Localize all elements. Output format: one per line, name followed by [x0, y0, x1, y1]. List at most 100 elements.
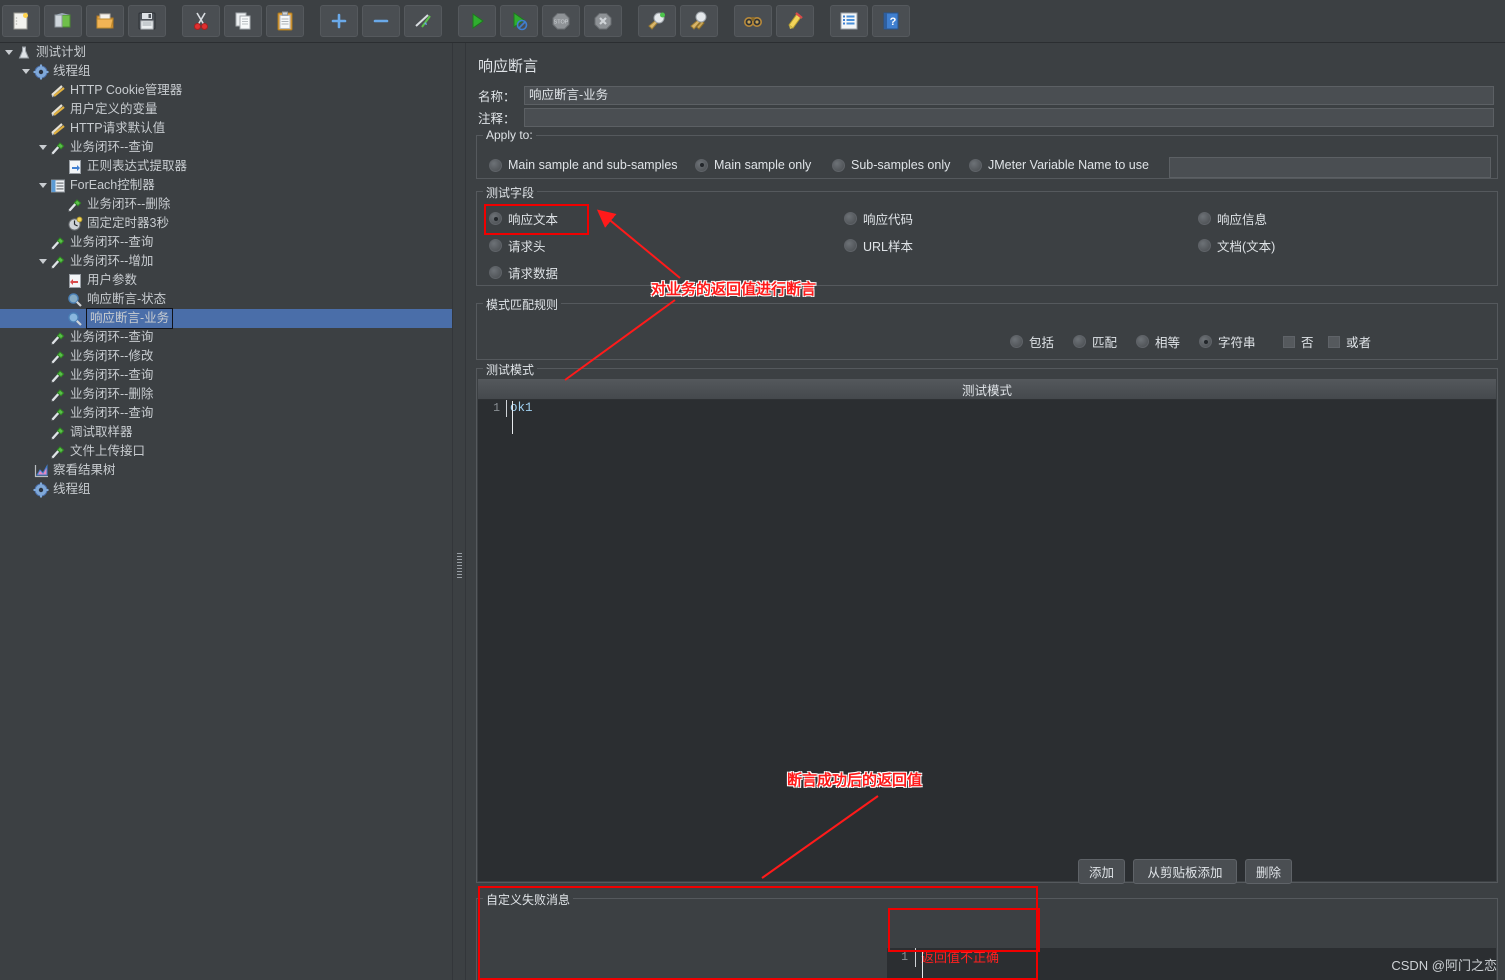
- tree-node-23[interactable]: 线程组: [0, 480, 452, 499]
- radio-document-text[interactable]: 文档(文本): [1198, 236, 1275, 255]
- tree-node-label: 业务闭环--查询: [70, 330, 154, 344]
- tree-node-0[interactable]: 测试计划: [0, 43, 452, 62]
- tree-node-8[interactable]: 业务闭环--删除: [0, 195, 452, 214]
- tree-node-1[interactable]: 线程组: [0, 62, 452, 81]
- tree-node-label: 业务闭环--删除: [87, 197, 171, 211]
- radio-equals[interactable]: 相等: [1136, 332, 1180, 351]
- sampler-icon: [49, 405, 67, 422]
- config-icon: [49, 101, 67, 118]
- tree-node-9[interactable]: 固定定时器3秒: [0, 214, 452, 233]
- radio-matches[interactable]: 匹配: [1073, 332, 1117, 351]
- tree-node-22[interactable]: 察看结果树: [0, 461, 452, 480]
- tree-node-7[interactable]: ForEach控制器: [0, 176, 452, 195]
- comment-input[interactable]: [524, 108, 1494, 127]
- tree-node-3[interactable]: 用户定义的变量: [0, 100, 452, 119]
- radio-response-code[interactable]: 响应代码: [844, 209, 913, 228]
- stop-button[interactable]: STOP: [542, 5, 580, 37]
- toolbar-separator-5: [720, 21, 732, 22]
- radio-url-sample[interactable]: URL样本: [844, 236, 913, 255]
- toolbar-separator-3: [444, 21, 456, 22]
- tree-node-11[interactable]: 业务闭环--增加: [0, 252, 452, 271]
- toggle-icon: [415, 14, 431, 28]
- main-toolbar: STOP ?: [0, 0, 1505, 43]
- tree-node-16[interactable]: 业务闭环--修改: [0, 347, 452, 366]
- radio-dot: [844, 239, 857, 252]
- new-button[interactable]: [2, 5, 40, 37]
- tree-node-12[interactable]: 用户参数: [0, 271, 452, 290]
- chevron-down-icon[interactable]: [36, 252, 49, 271]
- delete-button[interactable]: 删除: [1245, 859, 1292, 884]
- tree-node-14[interactable]: 响应断言-业务: [0, 308, 452, 329]
- checkbox-not[interactable]: 否: [1283, 332, 1314, 351]
- tree-toggle-placeholder: [36, 404, 49, 423]
- tree-node-19[interactable]: 业务闭环--查询: [0, 404, 452, 423]
- radio-request-headers[interactable]: 请求头: [489, 236, 546, 255]
- radio-substring[interactable]: 字符串: [1199, 332, 1256, 351]
- radio-dot: [489, 266, 502, 279]
- add-from-clipboard-button[interactable]: 从剪贴板添加: [1133, 859, 1237, 884]
- cut-button[interactable]: [182, 5, 220, 37]
- save-button[interactable]: [128, 5, 166, 37]
- tree-node-10[interactable]: 业务闭环--查询: [0, 233, 452, 252]
- tree-node-label: 业务闭环--增加: [70, 254, 154, 268]
- tree-node-18[interactable]: 业务闭环--删除: [0, 385, 452, 404]
- help-button[interactable]: ?: [872, 5, 910, 37]
- clear-all-button[interactable]: [680, 5, 718, 37]
- start-no-pauses-button[interactable]: [500, 5, 538, 37]
- test-patterns-table[interactable]: 1 ok1: [478, 400, 1496, 881]
- templates-button[interactable]: [44, 5, 82, 37]
- chevron-down-icon[interactable]: [36, 176, 49, 195]
- shutdown-button[interactable]: [584, 5, 622, 37]
- tree-node-20[interactable]: 调试取样器: [0, 423, 452, 442]
- open-button[interactable]: [86, 5, 124, 37]
- chevron-down-icon[interactable]: [19, 62, 32, 81]
- test-plan-tree[interactable]: 测试计划 线程组 HTTP Cookie管理器 用户定义的变量 HTTP请求默认值 业务闭…: [0, 43, 452, 980]
- collapse-all-button[interactable]: [362, 5, 400, 37]
- radio-jmeter-variable-name[interactable]: JMeter Variable Name to use: [969, 158, 1149, 172]
- tree-node-15[interactable]: 业务闭环--查询: [0, 328, 452, 347]
- radio-request-data[interactable]: 请求数据: [489, 263, 558, 282]
- tree-node-6[interactable]: 正则表达式提取器: [0, 157, 452, 176]
- tree-node-13[interactable]: 响应断言-状态: [0, 290, 452, 309]
- text-caret: [512, 401, 513, 434]
- function-helper-button[interactable]: [830, 5, 868, 37]
- start-button[interactable]: [458, 5, 496, 37]
- name-input[interactable]: 响应断言-业务: [524, 86, 1494, 105]
- clear-button[interactable]: [638, 5, 676, 37]
- radio-label: 匹配: [1092, 336, 1118, 350]
- radio-response-message[interactable]: 响应信息: [1198, 209, 1267, 228]
- post-processor-icon: [66, 158, 84, 175]
- assertion-icon: [66, 291, 84, 308]
- copy-button[interactable]: [224, 5, 262, 37]
- radio-response-text[interactable]: 响应文本: [489, 209, 558, 228]
- splitter-grip[interactable]: [457, 553, 462, 579]
- reset-search-button[interactable]: [776, 5, 814, 37]
- search-button[interactable]: [734, 5, 772, 37]
- paste-button[interactable]: [266, 5, 304, 37]
- tree-node-2[interactable]: HTTP Cookie管理器: [0, 81, 452, 100]
- tree-toggle-placeholder: [36, 328, 49, 347]
- pattern-value-cell[interactable]: ok1: [506, 400, 1496, 417]
- chevron-down-icon[interactable]: [2, 43, 15, 62]
- tree-node-5[interactable]: 业务闭环--查询: [0, 138, 452, 157]
- jmeter-variable-input[interactable]: [1169, 157, 1491, 178]
- toggle-button[interactable]: [404, 5, 442, 37]
- radio-contains[interactable]: 包括: [1010, 332, 1054, 351]
- add-button[interactable]: 添加: [1078, 859, 1125, 884]
- tree-node-4[interactable]: HTTP请求默认值: [0, 119, 452, 138]
- function-helper-icon: [840, 12, 858, 30]
- table-row[interactable]: 1 ok1: [478, 400, 1496, 417]
- radio-main-sample-only[interactable]: Main sample only: [695, 158, 811, 172]
- expand-all-button[interactable]: [320, 5, 358, 37]
- panel-splitter[interactable]: [452, 43, 466, 980]
- copy-icon: [235, 12, 251, 30]
- radio-main-sample-and-sub-samples[interactable]: Main sample and sub-samples: [489, 158, 678, 172]
- test-field-legend: 测试字段: [483, 184, 538, 201]
- checkbox-or[interactable]: 或者: [1328, 332, 1371, 351]
- tree-node-21[interactable]: 文件上传接口: [0, 442, 452, 461]
- sampler-icon: [49, 348, 67, 365]
- chevron-down-icon[interactable]: [36, 138, 49, 157]
- tree-node-17[interactable]: 业务闭环--查询: [0, 366, 452, 385]
- radio-sub-samples-only[interactable]: Sub-samples only: [832, 158, 950, 172]
- test-patterns-column-header[interactable]: 测试模式: [478, 379, 1496, 400]
